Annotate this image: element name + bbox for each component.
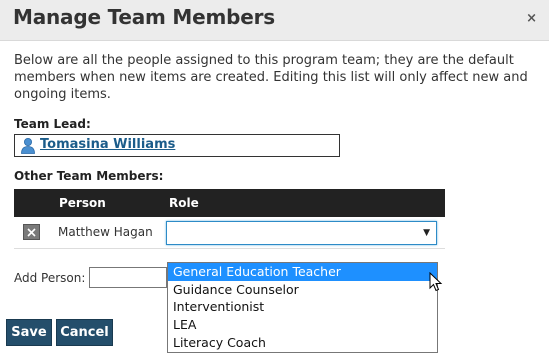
close-icon	[27, 228, 36, 237]
save-button[interactable]: Save	[6, 319, 52, 346]
column-header-role: Role	[169, 196, 199, 210]
add-person-input[interactable]	[89, 267, 167, 288]
role-select[interactable]: ▼	[166, 221, 437, 245]
dialog-title: Manage Team Members	[13, 5, 275, 29]
remove-member-button[interactable]	[23, 224, 40, 240]
other-members-label: Other Team Members:	[14, 169, 164, 183]
team-lead-label: Team Lead:	[14, 117, 91, 131]
role-option-general-education-teacher[interactable]: General Education Teacher	[168, 263, 437, 281]
role-option-guidance-counselor[interactable]: Guidance Counselor	[168, 281, 437, 299]
cancel-button[interactable]: Cancel	[56, 319, 113, 346]
close-icon[interactable]: ×	[526, 11, 537, 26]
team-lead-link[interactable]: Tomasina Williams	[40, 137, 175, 152]
role-option-literacy-coach[interactable]: Literacy Coach	[168, 334, 437, 352]
team-lead-field: Tomasina Williams	[14, 134, 340, 157]
table-row: Matthew Hagan ▼	[14, 217, 445, 249]
dropdown-arrow-icon: ▼	[423, 228, 430, 238]
person-icon	[21, 138, 35, 154]
dialog-header: Manage Team Members ×	[0, 0, 549, 41]
role-option-interventionist[interactable]: Interventionist	[168, 298, 437, 316]
column-header-person: Person	[59, 196, 106, 210]
add-person-label: Add Person:	[14, 271, 86, 285]
dialog-description: Below are all the people assigned to thi…	[14, 53, 528, 102]
member-name: Matthew Hagan	[58, 225, 153, 239]
role-dropdown-list[interactable]: General Education Teacher Guidance Couns…	[167, 262, 438, 353]
members-table-header: Person Role	[14, 189, 445, 217]
mouse-cursor-icon	[429, 272, 443, 292]
role-option-lea[interactable]: LEA	[168, 316, 437, 334]
